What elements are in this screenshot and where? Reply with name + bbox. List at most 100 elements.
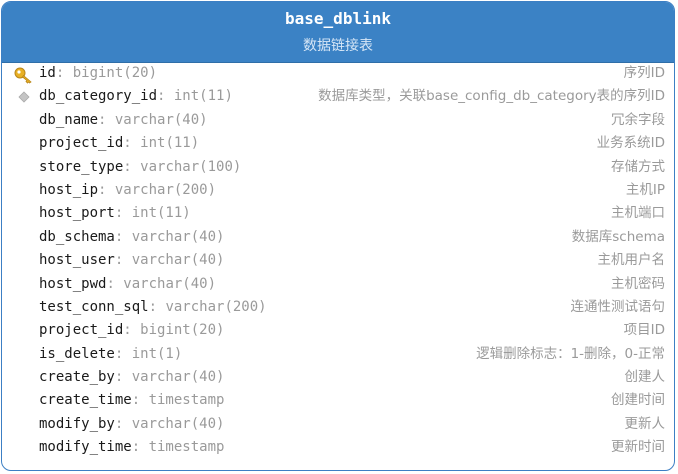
column-name: project_id: int(11) — [39, 132, 199, 155]
column-name: modify_by: varchar(40) — [39, 413, 224, 436]
column-name-text: store_type — [39, 158, 124, 175]
column-row: modify_time: timestamp 更新时间 — [2, 436, 674, 459]
type-separator: : — [114, 205, 132, 222]
column-list: id: bigint(20) 序列ID db_category_id: int(11… — [2, 62, 674, 460]
type-separator: : — [114, 345, 132, 362]
column-row: create_time: timestamp 创建时间 — [2, 389, 674, 412]
column-type: varchar(100) — [140, 158, 242, 175]
column-type: varchar(40) — [131, 415, 225, 432]
column-row: host_user: varchar(40) 主机用户名 — [2, 249, 674, 272]
type-separator: : — [106, 275, 124, 292]
column-row: db_schema: varchar(40) 数据库schema — [2, 226, 674, 249]
column-comment: 连通性测试语句 — [570, 298, 666, 315]
column-type: varchar(40) — [131, 228, 225, 245]
column-name-text: create_time — [39, 392, 132, 409]
column-row: store_type: varchar(100) 存储方式 — [2, 156, 674, 179]
column-row: host_pwd: varchar(40) 主机密码 — [2, 273, 674, 296]
column-comment: 主机密码 — [611, 275, 665, 292]
column-name: db_name: varchar(40) — [39, 109, 208, 132]
column-comment: 更新人 — [624, 415, 666, 432]
column-type: bigint(20) — [140, 322, 225, 339]
column-type: varchar(200) — [114, 181, 217, 198]
column-comment: 数据库类型，关联base_config_db_category表的序列ID — [318, 88, 665, 105]
column-type: varchar(200) — [165, 298, 267, 315]
column-comment: 主机用户名 — [597, 252, 666, 269]
column-comment: 存储方式 — [611, 158, 665, 175]
type-separator: : — [148, 298, 166, 315]
column-comment: 项目ID — [623, 322, 665, 339]
column-name: id: bigint(20) — [39, 62, 157, 85]
column-type: int(11) — [173, 88, 233, 105]
column-name-text: host_ip — [39, 181, 99, 198]
column-type: timestamp — [148, 439, 225, 456]
column-type: varchar(40) — [114, 111, 208, 128]
column-row: db_name: varchar(40) 冗余字段 — [2, 109, 674, 132]
column-name: host_pwd: varchar(40) — [39, 273, 216, 296]
column-row: modify_by: varchar(40) 更新人 — [2, 413, 674, 436]
diamond-icon — [14, 89, 32, 105]
column-type: int(11) — [140, 135, 200, 152]
column-name: create_by: varchar(40) — [39, 366, 224, 389]
type-separator: : — [157, 88, 174, 105]
column-type: timestamp — [148, 392, 225, 409]
type-separator: : — [114, 252, 132, 269]
column-name-text: id — [39, 65, 56, 81]
column-name-text: is_delete — [39, 345, 115, 362]
column-comment: 逻辑删除标志：1-删除，0-正常 — [476, 345, 665, 362]
column-name-text: db_category_id — [39, 88, 158, 105]
type-separator: : — [98, 111, 115, 128]
column-name-text: project_id — [39, 135, 124, 152]
column-type: varchar(40) — [131, 369, 225, 386]
column-name: host_user: varchar(40) — [39, 249, 224, 272]
column-type: varchar(40) — [131, 252, 225, 269]
type-separator: : — [123, 158, 141, 175]
column-comment: 冗余字段 — [611, 111, 665, 128]
type-separator: : — [131, 392, 149, 409]
column-name-text: modify_time — [39, 439, 132, 456]
table-header: base_dblink 数据链接表 — [2, 2, 674, 63]
column-row: is_delete: int(1) 逻辑删除标志：1-删除，0-正常 — [2, 343, 674, 366]
column-name-text: modify_by — [39, 415, 115, 432]
column-name: project_id: bigint(20) — [39, 319, 224, 342]
type-separator: : — [98, 181, 115, 198]
column-comment: 主机端口 — [611, 205, 665, 222]
column-comment: 序列ID — [623, 65, 665, 81]
type-separator: : — [131, 439, 149, 456]
type-separator: : — [123, 135, 141, 152]
column-name: test_conn_sql: varchar(200) — [39, 296, 267, 319]
column-name: host_port: int(11) — [39, 202, 191, 225]
column-row: host_port: int(11) 主机端口 — [2, 202, 674, 225]
column-name-text: project_id — [39, 322, 124, 339]
type-separator: : — [55, 65, 73, 81]
column-name-text: host_user — [39, 252, 115, 269]
column-type: bigint(20) — [72, 65, 158, 81]
column-name-text: test_conn_sql — [39, 298, 149, 315]
column-comment: 主机IP — [625, 181, 665, 198]
column-name-text: create_by — [39, 369, 115, 386]
column-comment: 数据库schema — [571, 228, 665, 245]
column-row: id: bigint(20) 序列ID — [2, 62, 674, 85]
type-separator: : — [114, 415, 132, 432]
table-comment: 数据链接表 — [303, 38, 373, 54]
column-name: create_time: timestamp — [39, 389, 224, 412]
column-comment: 更新时间 — [611, 439, 665, 456]
column-name: db_schema: varchar(40) — [39, 226, 224, 249]
column-row: project_id: bigint(20) 项目ID — [2, 319, 674, 342]
column-row: create_by: varchar(40) 创建人 — [2, 366, 674, 389]
type-separator: : — [114, 228, 132, 245]
type-separator: : — [123, 322, 141, 339]
type-separator: : — [114, 369, 132, 386]
column-name-text: host_port — [39, 205, 115, 222]
column-row: project_id: int(11) 业务系统ID — [2, 132, 674, 155]
column-name: store_type: varchar(100) — [39, 156, 241, 179]
column-name: is_delete: int(1) — [39, 343, 182, 366]
column-comment: 创建时间 — [611, 392, 665, 409]
key-icon — [14, 66, 32, 84]
column-row: test_conn_sql: varchar(200) 连通性测试语句 — [2, 296, 674, 319]
column-comment: 创建人 — [624, 369, 666, 386]
column-type: varchar(40) — [123, 275, 217, 292]
column-type: int(11) — [131, 205, 191, 222]
column-comment: 业务系统ID — [596, 135, 665, 152]
column-name: modify_time: timestamp — [39, 436, 224, 459]
column-name-text: db_schema — [39, 228, 115, 245]
